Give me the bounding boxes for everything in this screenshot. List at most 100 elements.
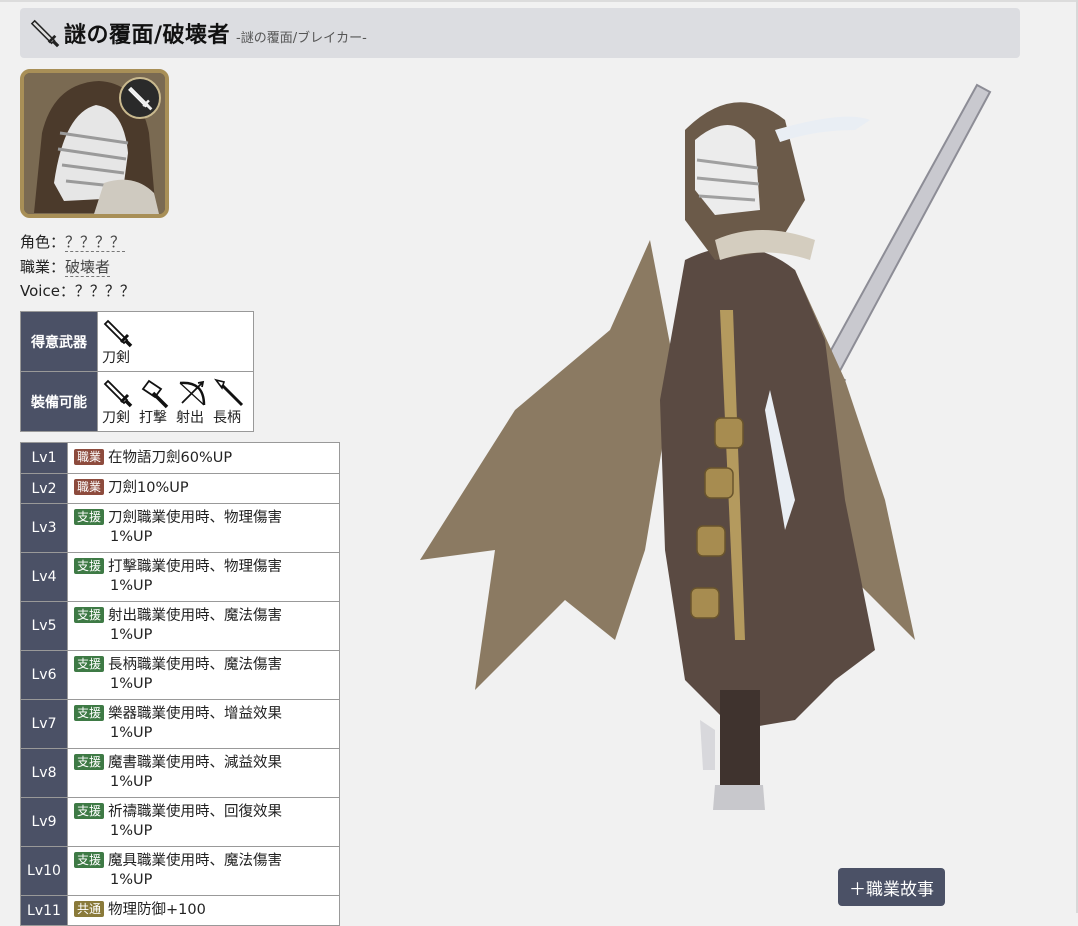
skill-row: Lv10 支援 魔具職業使用時、魔法傷害 1%UP (20, 846, 340, 896)
skill-text: 長柄職業使用時、魔法傷害 (108, 657, 283, 673)
job-link[interactable]: 破壊者 (65, 258, 111, 277)
skill-level: Lv11 (20, 895, 68, 926)
skill-level: Lv9 (20, 797, 68, 847)
hammer-icon (141, 379, 169, 408)
skill-row: Lv11 共通 物理防御+100 (20, 895, 340, 926)
skill-level: Lv7 (20, 699, 68, 749)
page-header: 謎の覆面/破壊者 -謎の覆面/ブレイカー- (20, 8, 1020, 58)
skill-text-2: 1%UP (110, 872, 153, 888)
weapon-label: 射出 (176, 409, 204, 426)
weapon-item[interactable]: 打撃 (139, 377, 171, 427)
skill-text-2: 1%UP (110, 676, 153, 692)
skill-text: 刀劍職業使用時、物理傷害 (108, 510, 283, 526)
weapon-label: 長柄 (213, 409, 241, 426)
voice-value: ？？？？ (74, 282, 135, 300)
skill-level: Lv8 (20, 748, 68, 798)
voice-label: Voice： (20, 282, 75, 300)
skill-text: 樂器職業使用時、增益效果 (108, 706, 283, 722)
weapon-item[interactable]: 刀剣 (102, 317, 134, 367)
skill-desc: 支援 長柄職業使用時、魔法傷害 1%UP (67, 650, 340, 700)
preferred-weapon-cell: 刀剣 (97, 311, 254, 372)
skill-desc: 職業 在物語刀劍60%UP (67, 442, 340, 474)
equippable-weapon-header: 裝備可能 (20, 371, 98, 432)
preferred-weapon-row: 得意武器 刀剣 (20, 311, 254, 372)
skill-text-2: 1%UP (110, 725, 153, 741)
skill-tag: 支援 (74, 607, 105, 623)
skill-text: 物理防御+100 (108, 902, 206, 918)
skills-table: Lv1 職業 在物語刀劍60%UP Lv2 職業 刀劍10%UP Lv3 支援 刀劍職… (20, 442, 340, 926)
skill-text-2: 1%UP (110, 774, 153, 790)
skill-level: Lv3 (20, 503, 68, 553)
weapon-label: 刀剣 (102, 409, 130, 426)
skill-tag: 支援 (74, 558, 105, 574)
equippable-weapon-cell: 刀剣 打撃 射出 長柄 (97, 371, 254, 432)
weapon-item[interactable]: 長柄 (213, 377, 245, 427)
weapon-label: 打撃 (139, 409, 167, 426)
skill-row: Lv3 支援 刀劍職業使用時、物理傷害 1%UP (20, 503, 340, 553)
skill-row: Lv1 職業 在物語刀劍60%UP (20, 442, 340, 474)
skill-tag: 支援 (74, 803, 105, 819)
skill-text: 魔具職業使用時、魔法傷害 (108, 853, 283, 869)
skill-desc: 支援 刀劍職業使用時、物理傷害 1%UP (67, 503, 340, 553)
skill-level: Lv2 (20, 473, 68, 504)
skill-tag: 職業 (74, 479, 105, 495)
skill-tag: 支援 (74, 509, 105, 525)
page-title: 謎の覆面/破壊者 (64, 23, 231, 48)
skill-level: Lv6 (20, 650, 68, 700)
skill-row: Lv5 支援 射出職業使用時、魔法傷害 1%UP (20, 601, 340, 651)
role-link[interactable]: ？？？？ (65, 233, 126, 252)
bow-icon (179, 380, 206, 405)
preferred-weapon-header: 得意武器 (20, 311, 98, 372)
skill-row: Lv9 支援 祈禱職業使用時、回復效果 1%UP (20, 797, 340, 847)
skill-text-2: 1%UP (110, 823, 153, 839)
skill-tag: 職業 (74, 448, 105, 465)
skill-level: Lv5 (20, 601, 68, 651)
character-illustration (420, 83, 992, 810)
skill-tag: 支援 (74, 656, 105, 672)
skill-text: 射出職業使用時、魔法傷害 (108, 608, 283, 624)
weapons-table: 得意武器 刀剣 裝備可能 刀剣 打撃 射出 長柄 (20, 311, 254, 432)
top-divider (0, 0, 1078, 2)
skill-row: Lv8 支援 魔書職業使用時、減益效果 1%UP (20, 748, 340, 798)
skill-text: 刀劍10%UP (108, 480, 189, 496)
skill-text: 魔書職業使用時、減益效果 (108, 755, 283, 771)
skill-level: Lv1 (20, 442, 68, 474)
skill-text-2: 1%UP (110, 578, 153, 594)
role-label: 角色： (20, 233, 66, 251)
skill-text: 在物語刀劍60%UP (108, 449, 233, 466)
page-subtitle: -謎の覆面/ブレイカー- (236, 30, 367, 46)
equippable-weapon-row: 裝備可能 刀剣 打撃 射出 長柄 (20, 371, 254, 432)
sword-icon (103, 379, 133, 407)
role-row: 角色：？？？？ (20, 231, 126, 252)
skill-desc: 支援 樂器職業使用時、增益效果 1%UP (67, 699, 340, 749)
skill-text: 打擊職業使用時、物理傷害 (108, 559, 283, 575)
skill-row: Lv7 支援 樂器職業使用時、增益效果 1%UP (20, 699, 340, 749)
skill-desc: 支援 祈禱職業使用時、回復效果 1%UP (67, 797, 340, 847)
sword-icon (103, 319, 133, 347)
skill-desc: 共通 物理防御+100 (67, 895, 340, 926)
skill-desc: 職業 刀劍10%UP (67, 473, 340, 504)
voice-row: Voice：？？？？ (20, 280, 135, 301)
skill-desc: 支援 魔具職業使用時、魔法傷害 1%UP (67, 846, 340, 896)
skill-row: Lv2 職業 刀劍10%UP (20, 473, 340, 504)
skill-desc: 支援 魔書職業使用時、減益效果 1%UP (67, 748, 340, 798)
sword-icon (30, 19, 60, 48)
skill-level: Lv4 (20, 552, 68, 602)
skill-text-2: 1%UP (110, 627, 153, 643)
skill-tag: 支援 (74, 705, 105, 721)
spear-icon (214, 378, 244, 406)
skill-text: 祈禱職業使用時、回復效果 (108, 804, 283, 820)
skill-level: Lv10 (20, 846, 68, 896)
skill-tag: 共通 (74, 901, 105, 917)
job-label: 職業： (20, 258, 66, 276)
skill-desc: 支援 射出職業使用時、魔法傷害 1%UP (67, 601, 340, 651)
weapon-item[interactable]: 刀剣 (102, 377, 134, 427)
skill-desc: 支援 打擊職業使用時、物理傷害 1%UP (67, 552, 340, 602)
skill-row: Lv4 支援 打擊職業使用時、物理傷害 1%UP (20, 552, 340, 602)
skill-text-2: 1%UP (110, 529, 153, 545)
job-story-button[interactable]: ＋職業故事 (838, 868, 945, 906)
character-portrait (20, 69, 169, 218)
weapon-label: 刀剣 (102, 349, 130, 366)
skill-row: Lv6 支援 長柄職業使用時、魔法傷害 1%UP (20, 650, 340, 700)
weapon-item[interactable]: 射出 (176, 377, 208, 427)
